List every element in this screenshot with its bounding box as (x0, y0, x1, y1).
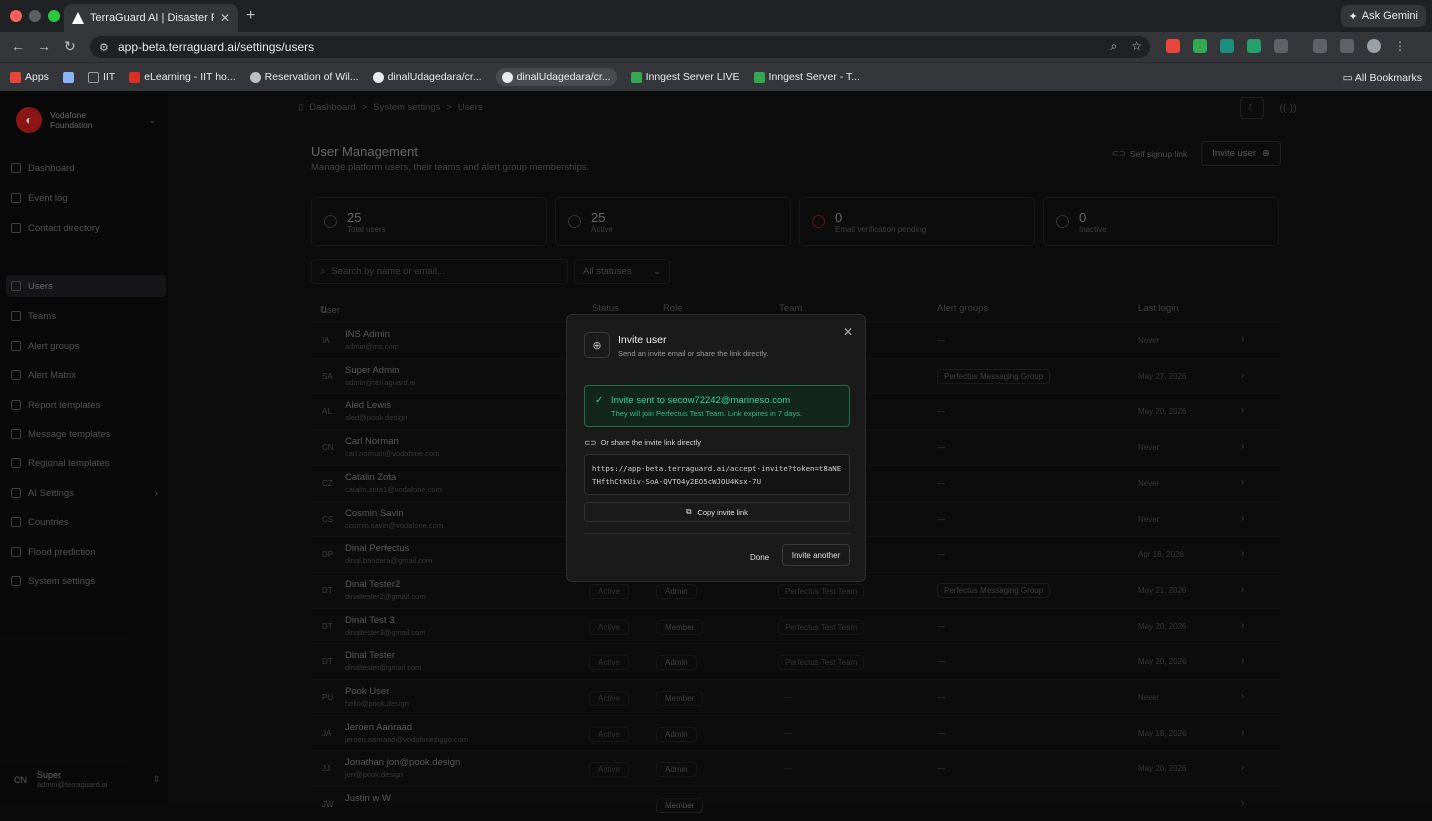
navigation-bar: ← → ↻ ⚙ app-beta.terraguard.ai/settings/… (0, 32, 1432, 62)
folder-icon (87, 71, 99, 83)
address-bar[interactable]: ⚙ app-beta.terraguard.ai/settings/users … (90, 36, 1150, 58)
bookmark-grid[interactable] (62, 71, 74, 83)
shield-icon (129, 71, 141, 83)
browser-tab[interactable]: TerraGuard AI | Disaster Risk I ✕ (64, 4, 238, 32)
browser-chrome: TerraGuard AI | Disaster Risk I ✕ + ✦ As… (0, 0, 1432, 91)
check-icon: ✓ (595, 395, 604, 406)
bookmarks-bar: Apps IIT eLearning - IIT ho... Reservati… (0, 62, 1432, 91)
dialog-title: Invite user (618, 334, 667, 346)
inngest-icon (753, 71, 765, 83)
inngest-icon (630, 71, 642, 83)
bookmark-github-1[interactable]: dinalUdagedara/cr... (372, 71, 482, 83)
profile-avatar-icon[interactable] (1367, 39, 1381, 53)
url-text[interactable]: app-beta.terraguard.ai/settings/users (118, 40, 314, 54)
new-tab-icon[interactable]: + (246, 7, 255, 25)
tab-search-icon[interactable] (1313, 39, 1327, 53)
window-controls (10, 10, 60, 22)
invite-another-button[interactable]: Invite another (782, 544, 850, 566)
back-arrow-icon[interactable]: ← (11, 38, 25, 54)
tab-bar: TerraGuard AI | Disaster Risk I ✕ + ✦ As… (0, 0, 1432, 32)
terraguard-favicon-icon (72, 12, 84, 24)
site-settings-icon[interactable]: ⚙ (99, 41, 109, 54)
close-icon[interactable]: ✕ (843, 325, 853, 339)
extension-green-icon[interactable] (1193, 39, 1207, 53)
extensions-area (1166, 39, 1288, 53)
github-icon (372, 71, 384, 83)
browser-menu-icon[interactable]: ⋮ (1394, 39, 1406, 53)
ask-gemini-label: Ask Gemini (1361, 10, 1418, 22)
download-icon[interactable] (1340, 39, 1354, 53)
success-subtitle: They will join Perfectus Test Team. Link… (611, 409, 803, 418)
zoom-icon[interactable]: ⌕ (1111, 39, 1118, 54)
invite-link-field[interactable]: https://app-beta.terraguard.ai/accept-in… (584, 454, 850, 495)
grid-icon (62, 71, 74, 83)
success-title: Invite sent to secow72242@marineso.com (611, 395, 791, 406)
dialog-subtitle: Send an invite email or share the link d… (618, 349, 769, 358)
invite-success-banner: ✓ Invite sent to secow72242@marineso.com… (584, 385, 850, 427)
minimize-window-button[interactable] (29, 10, 41, 22)
copy-icon: ⧉ (686, 507, 692, 516)
close-tab-icon[interactable]: ✕ (220, 11, 230, 25)
extension-teal-icon[interactable] (1220, 39, 1234, 53)
folder-icon: ▭ (1342, 72, 1355, 84)
copy-invite-link-button[interactable]: ⧉ Copy invite link (584, 502, 850, 522)
reload-icon[interactable]: ↻ (64, 38, 76, 55)
apps-grid-icon (10, 71, 21, 83)
user-plus-icon: ⊕ (584, 332, 610, 358)
bookmark-star-icon[interactable]: ☆ (1131, 39, 1142, 54)
bookmark-iit-folder[interactable]: IIT (87, 71, 115, 83)
share-label: Or share the invite link directly (600, 438, 702, 447)
extensions-puzzle-icon[interactable] (1274, 39, 1288, 53)
extension-s-icon[interactable] (1247, 39, 1261, 53)
maximize-window-button[interactable] (48, 10, 60, 22)
close-window-button[interactable] (10, 10, 22, 22)
done-button[interactable]: Done (742, 547, 777, 567)
gemini-sparkle-icon: ✦ (1348, 10, 1358, 23)
link-icon: ⊂⊃ (584, 438, 597, 447)
bookmark-elearning[interactable]: eLearning - IIT ho... (129, 71, 236, 83)
github-icon (501, 71, 513, 83)
ask-gemini-button[interactable]: ✦ Ask Gemini (1340, 5, 1426, 27)
invite-user-dialog: ⊕ Invite user Send an invite email or sh… (566, 314, 866, 582)
tab-title: TerraGuard AI | Disaster Risk I (90, 12, 214, 24)
forward-arrow-icon[interactable]: → (37, 38, 51, 54)
bookmark-inngest-live[interactable]: Inngest Server LIVE (630, 71, 740, 83)
globe-icon (249, 71, 261, 83)
all-bookmarks[interactable]: ▭ All Bookmarks (1343, 72, 1422, 84)
bookmark-inngest-test[interactable]: Inngest Server - T... (753, 71, 860, 83)
divider (584, 533, 850, 534)
bookmark-github-2[interactable]: dinalUdagedara/cr... (495, 68, 617, 86)
extension-red-icon[interactable] (1166, 39, 1180, 53)
bookmark-apps[interactable]: Apps (10, 71, 49, 83)
bookmark-reservation[interactable]: Reservation of Wil... (249, 71, 359, 83)
